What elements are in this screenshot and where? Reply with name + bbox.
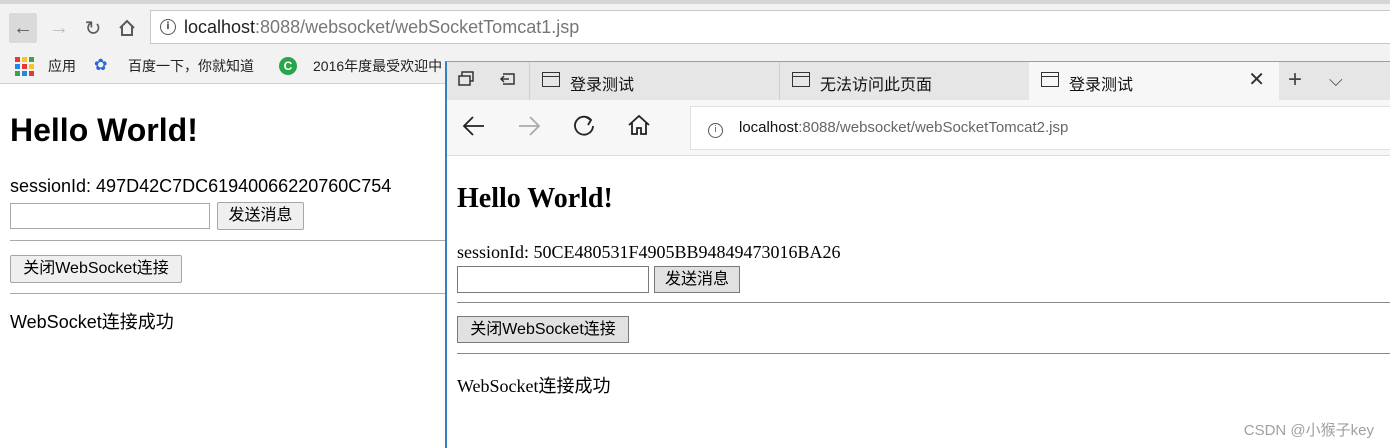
- new-tab-icon[interactable]: +: [1288, 68, 1302, 92]
- divider: [457, 353, 1390, 354]
- reload-icon[interactable]: ↻: [81, 16, 105, 40]
- divider: [10, 240, 446, 241]
- page-icon: [542, 72, 560, 87]
- set-tabs-aside-icon[interactable]: [497, 70, 519, 92]
- page-icon: [792, 72, 810, 87]
- tab-login-test-1[interactable]: 登录测试: [529, 62, 779, 100]
- divider: [457, 302, 1390, 303]
- bookmark-label: 2016年度最受欢迎中: [313, 58, 443, 74]
- chevron-down-icon[interactable]: ⌵: [1329, 68, 1343, 92]
- page-heading: Hello World!: [457, 183, 613, 214]
- home-icon[interactable]: [624, 113, 654, 143]
- chrome-toolbar: ← → ↻ i localhost:8088/websocket/webSock…: [0, 4, 1390, 50]
- page-heading: Hello World!: [10, 112, 198, 148]
- tab-label: 登录测试: [1069, 77, 1134, 94]
- session-id-text: sessionId: 497D42C7DC61940066220760C754: [10, 176, 392, 196]
- page-icon: [1041, 72, 1059, 87]
- back-arrow-icon[interactable]: [459, 113, 489, 143]
- edge-toolbar: i localhost:8088/websocket/webSocketTomc…: [447, 100, 1390, 156]
- bookmark-baidu[interactable]: ✿ 百度一下，你就知道: [94, 56, 254, 76]
- baidu-paw-icon: ✿: [94, 57, 108, 74]
- tab-label: 登录测试: [570, 77, 635, 94]
- send-message-button[interactable]: 发送消息: [654, 266, 740, 293]
- bookmark-label: 应用: [48, 58, 76, 74]
- site-logo-icon: C: [279, 57, 297, 75]
- forward-arrow-icon[interactable]: [514, 113, 544, 143]
- tab-manager-icon[interactable]: [455, 70, 477, 92]
- info-icon: i: [708, 123, 723, 138]
- tab-login-test-active[interactable]: 登录测试 ✕: [1029, 62, 1279, 100]
- connection-status: WebSocket连接成功: [10, 312, 174, 332]
- info-icon: i: [160, 19, 176, 35]
- forward-arrow-icon[interactable]: →: [47, 16, 71, 40]
- refresh-icon[interactable]: [569, 113, 599, 143]
- back-arrow-icon: ←: [13, 16, 33, 39]
- edge-page-content: Hello World! sessionId: 50CE480531F4905B…: [447, 156, 1390, 448]
- apps-icon: [15, 56, 34, 76]
- bookmark-popular[interactable]: C 2016年度最受欢迎中: [279, 56, 442, 76]
- edge-url: localhost:8088/websocket/webSocketTomcat…: [739, 119, 1069, 136]
- bookmark-apps[interactable]: 应用: [15, 56, 76, 76]
- watermark: CSDN @小猴子key: [1243, 422, 1374, 439]
- tab-cannot-reach[interactable]: 无法访问此页面: [779, 62, 1029, 100]
- message-input[interactable]: [10, 203, 210, 229]
- edge-address-bar[interactable]: i localhost:8088/websocket/webSocketTomc…: [690, 106, 1390, 150]
- edge-window: 登录测试 无法访问此页面 登录测试 ✕ + ⌵ i localhost:8088…: [445, 61, 1390, 448]
- edge-tab-bar: 登录测试 无法访问此页面 登录测试 ✕ + ⌵: [447, 62, 1390, 100]
- chrome-url: localhost:8088/websocket/webSocketTomcat…: [184, 17, 580, 37]
- message-input[interactable]: [457, 266, 649, 293]
- send-message-button[interactable]: 发送消息: [217, 202, 304, 230]
- tab-label: 无法访问此页面: [820, 77, 933, 94]
- chrome-address-bar[interactable]: i localhost:8088/websocket/webSocketTomc…: [150, 10, 1390, 44]
- bookmark-label: 百度一下，你就知道: [128, 58, 254, 74]
- close-websocket-button[interactable]: 关闭WebSocket连接: [10, 255, 182, 283]
- connection-status: WebSocket连接成功: [457, 376, 611, 396]
- home-icon[interactable]: [115, 16, 139, 40]
- session-id-text: sessionId: 50CE480531F4905BB94849473016B…: [457, 242, 841, 262]
- divider: [10, 293, 446, 294]
- close-websocket-button[interactable]: 关闭WebSocket连接: [457, 316, 629, 343]
- close-icon[interactable]: ✕: [1248, 69, 1265, 91]
